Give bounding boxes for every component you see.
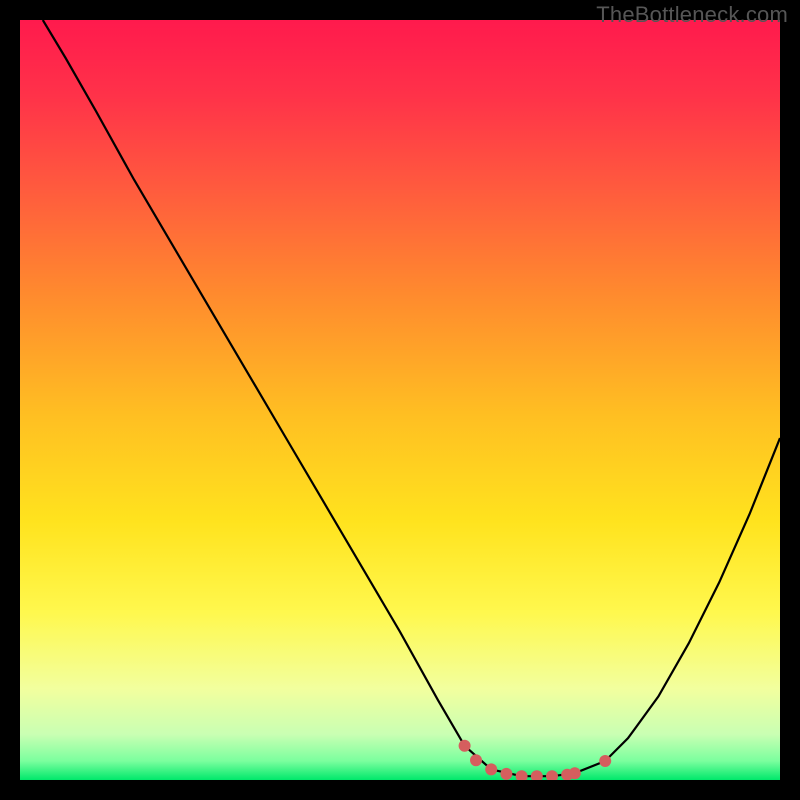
data-marker [569,767,581,779]
watermark-text: TheBottleneck.com [596,2,788,28]
data-marker [500,768,512,780]
data-marker [470,754,482,766]
chart-svg [20,20,780,780]
data-marker [459,740,471,752]
data-marker [485,763,497,775]
data-marker [599,755,611,767]
plot-area [20,20,780,780]
chart-container: TheBottleneck.com [0,0,800,800]
gradient-background [20,20,780,780]
